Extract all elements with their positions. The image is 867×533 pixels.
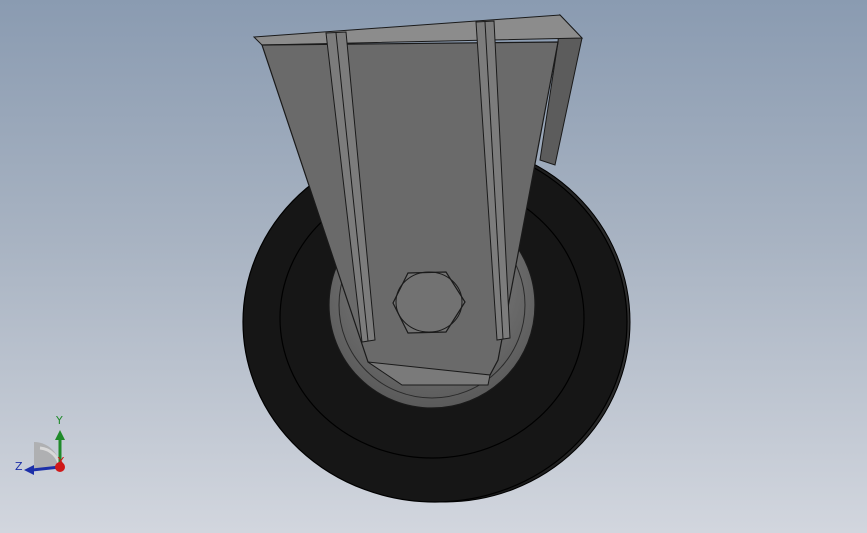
orientation-triad[interactable]: Y Z X	[10, 410, 80, 480]
triad-z-label: Z	[15, 460, 23, 473]
triad-x-label: X	[57, 455, 65, 468]
bracket-top-rim	[252, 14, 584, 46]
caster-wheel-model[interactable]	[0, 0, 867, 533]
3d-viewport[interactable]: Y Z X	[0, 0, 867, 533]
triad-y-label: Y	[55, 414, 63, 427]
